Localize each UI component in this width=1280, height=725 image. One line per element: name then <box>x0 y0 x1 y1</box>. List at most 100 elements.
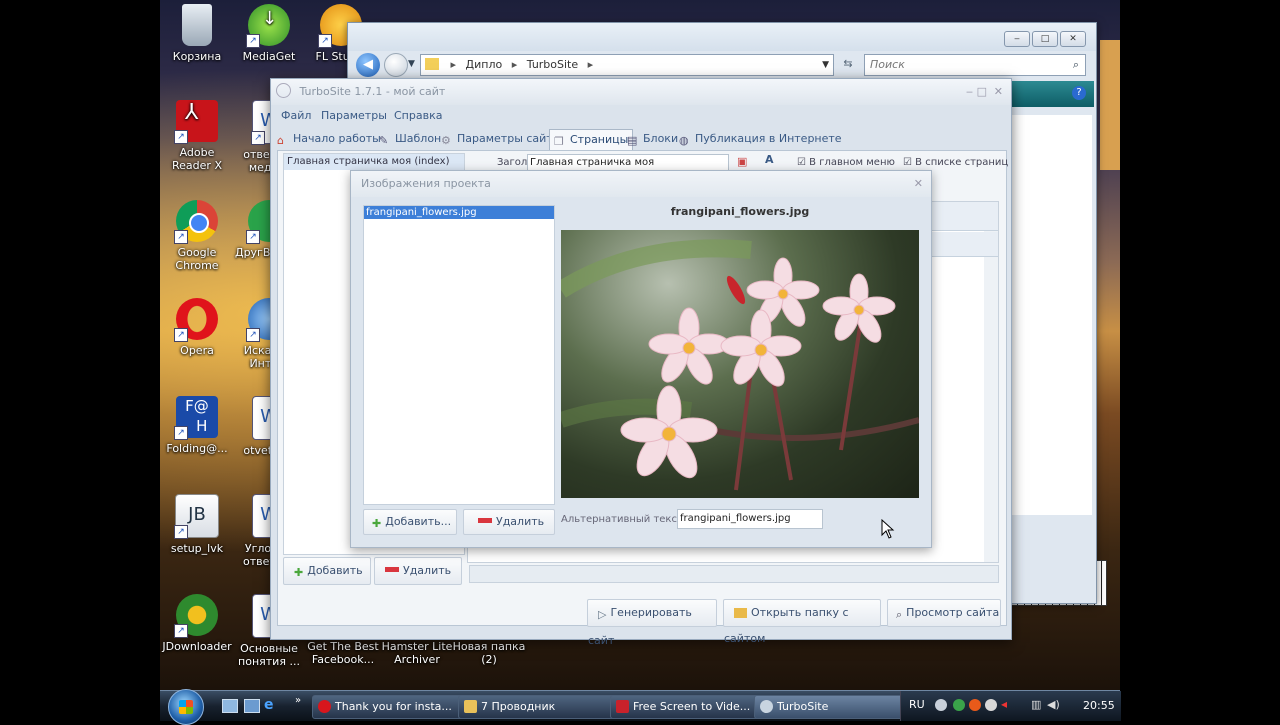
tray-icon-3[interactable] <box>969 699 981 711</box>
address-bar[interactable]: ▸ Диплo ▸ TurboSite ▸ ▼ <box>420 54 834 76</box>
desktop-icon-jdownloader[interactable]: ↗ JDownloader <box>160 594 234 653</box>
tray-icon-4[interactable] <box>985 699 997 711</box>
maximize-button[interactable]: □ <box>1032 31 1058 47</box>
page-list-item[interactable]: Главная страничка моя (index) <box>284 154 464 170</box>
clock[interactable]: 20:55 <box>1083 699 1115 712</box>
chrome-icon: ↗ <box>174 200 218 244</box>
maximize-icon[interactable]: □ <box>977 79 987 105</box>
generate-site-button[interactable]: ▷ Генерировать сайт <box>587 599 717 647</box>
desktop-icon-label: Hamster Lite Archiver <box>381 640 453 666</box>
ie-icon[interactable]: e <box>264 697 274 713</box>
help-icon[interactable]: ? <box>1072 86 1086 100</box>
search-input[interactable]: Поиск ⌕ <box>864 54 1086 76</box>
tray-icon-5[interactable]: ◂ <box>1001 697 1007 711</box>
desktop-icon-label: Корзина <box>172 50 222 63</box>
image-insert-icon[interactable]: ▣ <box>737 155 747 168</box>
desktop-icon-adobe-reader[interactable]: ⅄ ↗ Adobe Reader X <box>160 100 234 172</box>
folder-icon <box>425 58 439 70</box>
search-icon: ⌕ <box>1072 58 1079 71</box>
add-image-button[interactable]: ✚ Добавить... <box>363 509 457 535</box>
mouse-cursor-icon <box>881 519 895 539</box>
taskbar-item-screen-video[interactable]: Free Screen to Vide... <box>610 695 770 719</box>
show-desktop-icon[interactable] <box>222 699 238 713</box>
adobe-reader-icon: ⅄ ↗ <box>174 100 218 144</box>
home-icon: ⌂ <box>277 134 284 147</box>
menu-file[interactable]: Файл <box>281 109 311 122</box>
menu-help[interactable]: Справка <box>394 109 442 122</box>
breadcrumb-item[interactable]: TurboSite <box>527 58 578 71</box>
tab-blocks[interactable]: ▤ Блоки <box>627 129 678 149</box>
tab-pages[interactable]: ❐ Страницы <box>549 129 634 150</box>
folding-at-home-icon: F@ H ↗ <box>174 396 218 440</box>
play-icon: ▷ <box>598 608 607 621</box>
breadcrumb-item[interactable]: Диплo <box>466 58 503 71</box>
tab-template[interactable]: ✎ Шаблон <box>379 129 441 149</box>
network-icon[interactable]: ▥ <box>1031 698 1041 711</box>
taskbar: e » Thank you for insta... 7 Проводник ▼… <box>160 689 1121 725</box>
tab-getting-started[interactable]: ⌂ Начало работы <box>277 129 381 149</box>
desktop-icon-mediaget[interactable]: ↓ ↗ MediaGet <box>232 4 306 63</box>
font-icon[interactable]: A <box>765 153 774 166</box>
pages-icon: ❐ <box>554 135 564 148</box>
desktop-icon-label: Get The Best Facebook... <box>307 640 379 666</box>
back-icon[interactable]: ◀ <box>356 53 380 77</box>
editor-hscrollbar[interactable] <box>469 565 999 583</box>
dialog-title: Изображения проекта <box>361 177 491 190</box>
taskbar-item-opera[interactable]: Thank you for insta... <box>312 695 464 719</box>
volume-icon[interactable]: ◀) <box>1047 698 1060 711</box>
minimize-button[interactable]: ‒ <box>1004 31 1030 47</box>
tray-icon-2[interactable] <box>953 699 965 711</box>
preview-site-button[interactable]: ⌕ Просмотр сайта <box>887 599 1001 627</box>
minus-icon <box>385 567 399 572</box>
system-tray: RU ◂ ▥ ◀) 20:55 <box>900 691 1121 721</box>
close-icon[interactable]: ✕ <box>994 79 1003 105</box>
brush-icon: ✎ <box>379 134 389 147</box>
quicklaunch-more-icon[interactable]: » <box>295 695 301 706</box>
project-images-dialog: Изображения проекта ✕ frangipani_flowers… <box>350 170 932 548</box>
check-page-list[interactable]: ☑ В списке страниц <box>903 157 1008 168</box>
address-dropdown-icon[interactable]: ▼ <box>822 55 829 75</box>
desktop-icon-folding[interactable]: F@ H ↗ Folding@... <box>160 396 234 455</box>
switch-windows-icon[interactable] <box>244 699 260 713</box>
check-main-menu[interactable]: ☑ В главном меню <box>797 157 895 168</box>
recorder-icon <box>616 700 629 713</box>
language-indicator[interactable]: RU <box>909 698 925 711</box>
close-button[interactable]: ✕ <box>1060 31 1086 47</box>
windows-logo-icon <box>179 700 193 714</box>
blocks-icon: ▤ <box>627 134 638 147</box>
desktop-icon-opera[interactable]: ↗ Opera <box>160 298 234 357</box>
history-dropdown-icon[interactable]: ▼ <box>408 59 415 69</box>
alt-text-input[interactable]: frangipani_flowers.jpg <box>677 509 823 529</box>
add-page-button[interactable]: ✚ Добавить <box>283 557 371 585</box>
desktop-icon-setup-lvk[interactable]: ЈВ ↗ setup_lvk <box>160 494 234 555</box>
close-icon[interactable]: ✕ <box>914 171 923 197</box>
tray-icon-1[interactable] <box>935 699 947 711</box>
globe-icon: ◍ <box>679 134 689 147</box>
minimize-icon[interactable]: ‒ <box>966 79 973 105</box>
desktop-icon-recycle-bin[interactable]: Корзина <box>160 4 234 63</box>
delete-page-button[interactable]: Удалить <box>374 557 462 585</box>
taskbar-item-turbosite[interactable]: TurboSite <box>754 695 920 719</box>
image-file-list[interactable]: frangipani_flowers.jpg <box>363 205 555 505</box>
desktop-icon-chrome[interactable]: ↗ Google Chrome <box>160 200 234 272</box>
desktop-icon-label: JDownloader <box>162 640 232 653</box>
turbosite-app-icon <box>276 83 291 98</box>
alt-text-label: Альтернативный текст: <box>561 514 687 525</box>
plus-icon: ✚ <box>294 566 304 579</box>
refresh-icon[interactable]: ⇆ <box>838 54 858 74</box>
sidebar-gadget <box>1100 40 1120 170</box>
taskbar-item-explorer[interactable]: 7 Проводник ▼ <box>458 695 628 719</box>
delete-image-button[interactable]: Удалить <box>463 509 555 535</box>
menu-settings[interactable]: Параметры <box>321 109 387 122</box>
tab-site-settings[interactable]: ⚙ Параметры сайта <box>441 129 559 149</box>
setup-lvk-icon: ЈВ ↗ <box>174 494 219 539</box>
open-folder-button[interactable]: Открыть папку с сайтом <box>723 599 881 645</box>
mediaget-icon: ↓ ↗ <box>246 4 290 48</box>
forward-icon[interactable] <box>384 53 408 77</box>
tab-publish[interactable]: ◍ Публикация в Интернете <box>679 129 842 149</box>
image-preview <box>561 230 919 498</box>
folder-icon <box>464 700 477 713</box>
desktop-icon-label: Новая папка (2) <box>452 640 526 666</box>
folder-icon <box>734 608 747 618</box>
image-file-item[interactable]: frangipani_flowers.jpg <box>364 206 554 219</box>
